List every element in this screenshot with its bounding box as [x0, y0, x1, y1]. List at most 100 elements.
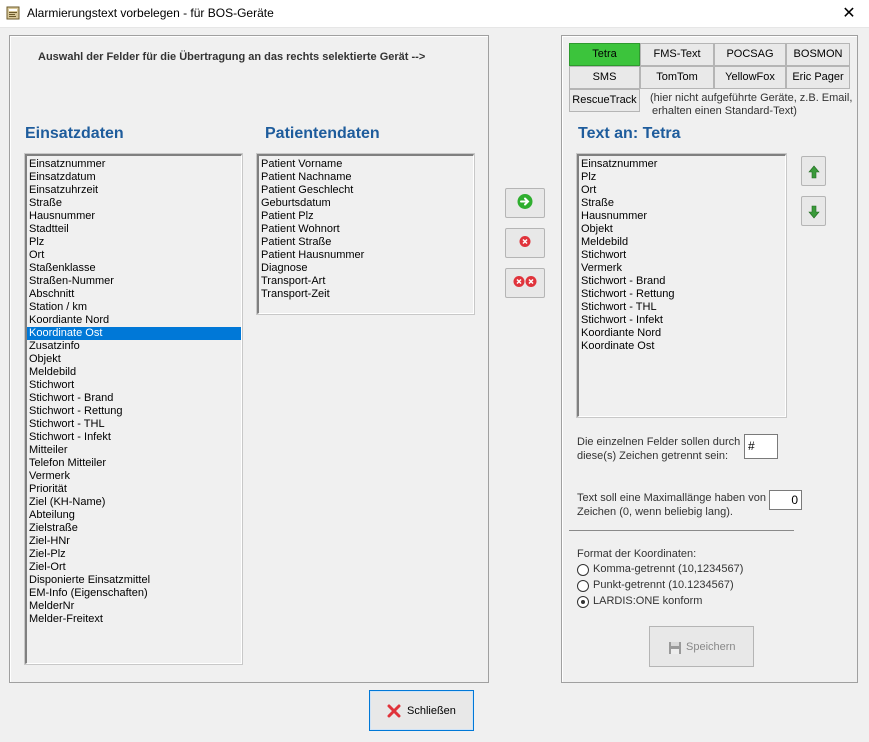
- save-button[interactable]: Speichern: [649, 626, 754, 667]
- save-label: Speichern: [686, 641, 736, 653]
- list-item[interactable]: Patient Vorname: [259, 158, 473, 171]
- einsatzdaten-heading: Einsatzdaten: [25, 125, 124, 142]
- tab-sms[interactable]: SMS: [569, 66, 640, 89]
- list-item[interactable]: Melder-Freitext: [27, 613, 241, 626]
- list-item[interactable]: Einsatzdatum: [27, 171, 241, 184]
- maxlen-input[interactable]: 0: [769, 490, 802, 510]
- tab-tetra[interactable]: Tetra: [569, 43, 640, 66]
- selected-fields-list[interactable]: Einsatznummer Plz Ort Straße Hausnummer Objek…: [576, 153, 787, 418]
- list-item[interactable]: Einsatzuhrzeit: [27, 184, 241, 197]
- patientendaten-heading: Patientendaten: [265, 125, 380, 142]
- coord-option-row[interactable]: Punkt-getrennt (10.1234567): [577, 578, 777, 594]
- move-up-button[interactable]: [801, 156, 826, 186]
- tab-fms-text[interactable]: FMS-Text: [640, 43, 714, 66]
- list-item[interactable]: Hausnummer: [579, 210, 785, 223]
- list-item[interactable]: Plz: [27, 236, 241, 249]
- remove-all-fields-button[interactable]: [505, 268, 545, 298]
- list-item[interactable]: Ziel-Plz: [27, 548, 241, 561]
- close-label: Schließen: [407, 705, 456, 717]
- list-item[interactable]: Einsatznummer: [27, 158, 241, 171]
- list-item[interactable]: Diagnose: [259, 262, 473, 275]
- coord-format-label: Format der Koordinaten:: [577, 548, 697, 560]
- list-item[interactable]: Ziel (KH-Name): [27, 496, 241, 509]
- remove-icon: [519, 236, 531, 251]
- list-item[interactable]: Meldebild: [27, 366, 241, 379]
- save-icon: [668, 641, 682, 658]
- list-item[interactable]: Geburtsdatum: [259, 197, 473, 210]
- selection-hint: Auswahl der Felder für die Übertragung a…: [38, 51, 426, 63]
- tabs-note-line1: (hier nicht aufgeführte Geräte, z.B. Ema…: [650, 92, 853, 104]
- patientendaten-list[interactable]: Patient Vorname Patient Nachname Patient G…: [256, 153, 475, 315]
- list-item[interactable]: Abteilung: [27, 509, 241, 522]
- list-item[interactable]: Station / km: [27, 301, 241, 314]
- list-item[interactable]: Transport-Art: [259, 275, 473, 288]
- list-item[interactable]: Einsatznummer: [579, 158, 785, 171]
- list-item[interactable]: Priorität: [27, 483, 241, 496]
- list-item[interactable]: Zusatzinfo: [27, 340, 241, 353]
- close-icon[interactable]: ✕: [829, 0, 869, 28]
- list-item[interactable]: Straße: [579, 197, 785, 210]
- list-item[interactable]: Telefon Mitteiler: [27, 457, 241, 470]
- list-item[interactable]: Patient Hausnummer: [259, 249, 473, 262]
- list-item[interactable]: Stichwort - Infekt: [27, 431, 241, 444]
- move-down-button[interactable]: [801, 196, 826, 226]
- tab-rescuetrack[interactable]: RescueTrack: [569, 89, 640, 112]
- separator-input[interactable]: #: [744, 434, 778, 459]
- list-item[interactable]: EM-Info (Eigenschaften): [27, 587, 241, 600]
- list-item[interactable]: Koordinate Ost: [27, 327, 241, 340]
- list-item[interactable]: Stichwort - Rettung: [27, 405, 241, 418]
- list-item[interactable]: Mitteiler: [27, 444, 241, 457]
- arrow-down-icon: [808, 205, 820, 222]
- radio-button[interactable]: [577, 580, 589, 592]
- list-item[interactable]: Stichwort - Brand: [27, 392, 241, 405]
- list-item[interactable]: Transport-Zeit: [259, 288, 473, 301]
- list-item[interactable]: Patient Nachname: [259, 171, 473, 184]
- list-item[interactable]: Straße: [27, 197, 241, 210]
- list-item[interactable]: Stichwort - Rettung: [579, 288, 785, 301]
- list-item[interactable]: Patient Plz: [259, 210, 473, 223]
- list-item[interactable]: Zielstraße: [27, 522, 241, 535]
- list-item[interactable]: Ziel-HNr: [27, 535, 241, 548]
- list-item[interactable]: Straßen-Nummer: [27, 275, 241, 288]
- tab-pocsag[interactable]: POCSAG: [714, 43, 786, 66]
- radio-button[interactable]: [577, 564, 589, 576]
- list-item[interactable]: Stichwort - THL: [27, 418, 241, 431]
- tab-tomtom[interactable]: TomTom: [640, 66, 714, 89]
- list-item[interactable]: Patient Wohnort: [259, 223, 473, 236]
- list-item[interactable]: Stadtteil: [27, 223, 241, 236]
- list-item[interactable]: Hausnummer: [27, 210, 241, 223]
- list-item[interactable]: Vermerk: [579, 262, 785, 275]
- list-item[interactable]: Staßenklasse: [27, 262, 241, 275]
- radio-button[interactable]: [577, 596, 589, 608]
- tab-eric-pager[interactable]: Eric Pager: [786, 66, 850, 89]
- einsatzdaten-list[interactable]: Einsatznummer Einsatzdatum Einsatzuhrzeit S…: [24, 153, 243, 665]
- list-item[interactable]: Koordinate Ost: [579, 340, 785, 353]
- list-item[interactable]: Ort: [27, 249, 241, 262]
- list-item[interactable]: Koordiante Nord: [27, 314, 241, 327]
- list-item[interactable]: Ort: [579, 184, 785, 197]
- list-item[interactable]: Stichwort - Infekt: [579, 314, 785, 327]
- list-item[interactable]: Patient Geschlecht: [259, 184, 473, 197]
- list-item[interactable]: Objekt: [579, 223, 785, 236]
- list-item[interactable]: Abschnitt: [27, 288, 241, 301]
- list-item[interactable]: Stichwort: [27, 379, 241, 392]
- tab-yellowfox[interactable]: YellowFox: [714, 66, 786, 89]
- list-item[interactable]: Patient Straße: [259, 236, 473, 249]
- list-item[interactable]: Meldebild: [579, 236, 785, 249]
- remove-field-button[interactable]: [505, 228, 545, 258]
- list-item[interactable]: Stichwort - Brand: [579, 275, 785, 288]
- list-item[interactable]: Disponierte Einsatzmittel: [27, 574, 241, 587]
- coord-option-row[interactable]: Komma-getrennt (10,1234567): [577, 562, 777, 578]
- list-item[interactable]: Objekt: [27, 353, 241, 366]
- coord-option-row[interactable]: LARDIS:ONE konform: [577, 594, 777, 610]
- list-item[interactable]: Vermerk: [27, 470, 241, 483]
- list-item[interactable]: Plz: [579, 171, 785, 184]
- list-item[interactable]: Stichwort - THL: [579, 301, 785, 314]
- list-item[interactable]: Koordiante Nord: [579, 327, 785, 340]
- list-item[interactable]: MelderNr: [27, 600, 241, 613]
- close-button[interactable]: Schließen: [369, 690, 474, 731]
- add-field-button[interactable]: [505, 188, 545, 218]
- tab-bosmon[interactable]: BOSMON: [786, 43, 850, 66]
- list-item[interactable]: Stichwort: [579, 249, 785, 262]
- list-item[interactable]: Ziel-Ort: [27, 561, 241, 574]
